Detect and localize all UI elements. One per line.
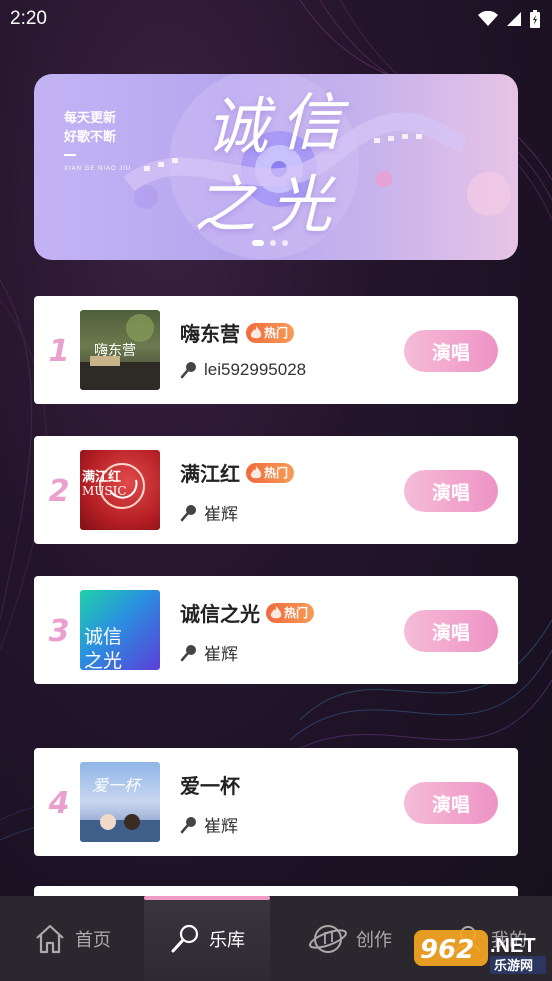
microphone-icon: [180, 816, 196, 833]
song-rank: 4: [48, 786, 70, 821]
song-title: 诚信之光: [180, 602, 260, 626]
wifi-icon: [478, 11, 498, 26]
banner-title-char2: 信: [280, 86, 343, 159]
flame-icon: [250, 325, 262, 338]
cover-text: 嗨东营: [94, 343, 136, 359]
home-icon: [36, 924, 64, 953]
song-title-row: 嗨东营 热门: [180, 318, 295, 347]
signal-icon: [507, 12, 521, 26]
tab-home-label: 首页: [75, 929, 111, 951]
sing-button[interactable]: 演唱: [404, 782, 498, 824]
watermark-tld: .NET: [490, 935, 536, 957]
tab-library-label: 乐库: [209, 929, 245, 951]
hot-label: 热门: [264, 326, 289, 340]
singer-row: lei592995028: [180, 360, 306, 380]
song-card[interactable]: 4 爱一杯 爱一杯 崔辉 演唱: [34, 748, 518, 856]
status-icons: [478, 10, 540, 28]
microphone-icon: [180, 362, 196, 379]
cover-text: 爱一杯: [92, 776, 141, 795]
song-title: 嗨东营: [180, 322, 240, 346]
banner-tagline-line1: 每天更新: [64, 110, 117, 125]
tab-home[interactable]: 首页: [0, 896, 144, 981]
banner-title-char1: 诚: [206, 90, 269, 163]
flame-icon: [250, 465, 262, 478]
song-card[interactable]: 3 诚信 之光 诚信之光 热门 崔辉 演唱: [34, 576, 518, 684]
song-title-row: 爱一杯: [180, 770, 240, 799]
song-cover[interactable]: 满江红 MUSIC: [80, 450, 160, 530]
microphone-icon: [180, 644, 196, 661]
banner-tagline: 每天更新 好歌不断 XIAN GE NIAO JIU: [64, 108, 131, 179]
sing-button[interactable]: 演唱: [404, 330, 498, 372]
song-card[interactable]: 2 满江红 MUSIC 满江红 热门 崔辉 演唱: [34, 436, 518, 544]
song-rank: 3: [48, 614, 70, 649]
banner-tagline-line2: 好歌不断: [64, 129, 117, 144]
microphone-icon: [180, 504, 196, 521]
song-cover[interactable]: 嗨东营: [80, 310, 160, 390]
banner-tagline-small: XIAN GE NIAO JIU: [64, 166, 132, 172]
banner-pager: [252, 240, 288, 246]
battery-icon: [530, 10, 540, 28]
banner-divider: [64, 154, 76, 156]
hot-label: 热门: [264, 466, 289, 480]
singer-name: 崔辉: [204, 505, 238, 524]
watermark-number: 962: [420, 935, 474, 965]
promo-banner[interactable]: 每天更新 好歌不断 XIAN GE NIAO JIU 诚 信 之 光: [34, 74, 518, 260]
cover-text: 满江红: [82, 470, 122, 485]
status-time: 2:20: [10, 8, 47, 29]
singer-name: lei592995028: [204, 360, 307, 379]
song-rank: 2: [48, 474, 70, 509]
cover-subtext: MUSIC: [82, 484, 127, 498]
sing-button[interactable]: 演唱: [404, 470, 498, 512]
tab-library[interactable]: 乐库: [144, 896, 270, 981]
cover-text-line2: 之光: [84, 650, 123, 670]
singer-row: 崔辉: [180, 500, 238, 525]
tab-create-label: 创作: [356, 929, 392, 951]
cover-text-line1: 诚信: [84, 626, 123, 648]
hot-badge: 热门: [266, 602, 315, 623]
singer-row: 崔辉: [180, 812, 238, 837]
music-planet-icon: [309, 924, 347, 953]
banner-title-char3: 之: [194, 168, 257, 241]
pager-dot-active: [252, 240, 264, 246]
song-title: 爱一杯: [180, 774, 240, 798]
song-rank: 1: [48, 334, 70, 369]
singer-name: 崔辉: [204, 817, 238, 836]
song-title-row: 满江红 热门: [180, 458, 295, 487]
hot-badge: 热门: [246, 322, 295, 343]
watermark-logo: 962 .NET 乐游网: [414, 930, 546, 974]
active-tab-indicator: [144, 896, 270, 900]
song-cover[interactable]: 爱一杯: [80, 762, 160, 842]
pager-dot: [270, 240, 276, 246]
song-cover[interactable]: 诚信 之光: [80, 590, 160, 670]
singer-row: 崔辉: [180, 640, 238, 665]
sing-button[interactable]: 演唱: [404, 610, 498, 652]
microphone-icon: [171, 924, 199, 952]
flame-icon: [270, 605, 282, 618]
song-title: 满江红: [180, 462, 240, 486]
watermark: 962 .NET 乐游网: [414, 924, 548, 976]
song-card[interactable]: 1 嗨东营 嗨东营 热门 lei592995028 演唱: [34, 296, 518, 404]
status-bar: 2:20: [0, 0, 552, 38]
hot-label: 热门: [284, 606, 309, 620]
watermark-site: 乐游网: [494, 958, 533, 974]
pager-dot: [282, 240, 288, 246]
hot-badge: 热门: [246, 462, 295, 483]
song-title-row: 诚信之光 热门: [180, 598, 315, 627]
tab-create[interactable]: 创作: [290, 896, 410, 981]
singer-name: 崔辉: [204, 645, 238, 664]
banner-title-char4: 光: [270, 168, 333, 241]
